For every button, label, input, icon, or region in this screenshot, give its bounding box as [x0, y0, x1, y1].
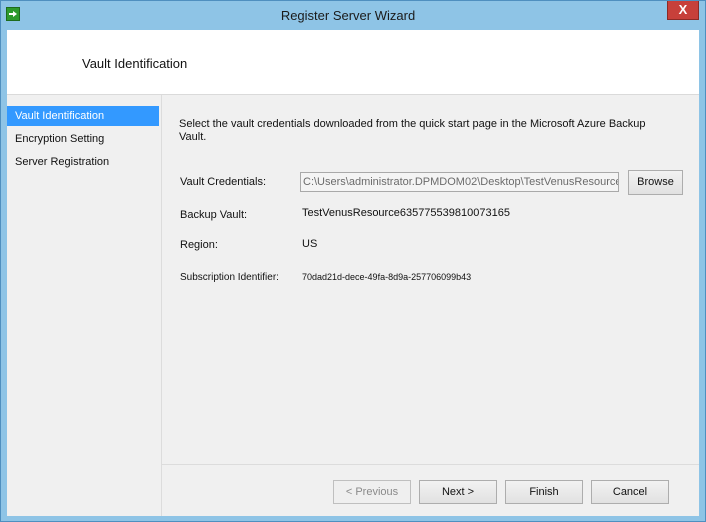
cancel-button[interactable]: Cancel — [591, 480, 669, 504]
page-title: Vault Identification — [82, 56, 188, 71]
finish-button[interactable]: Finish — [505, 480, 583, 504]
wizard-steps-nav: Vault Identification Encryption Setting … — [7, 95, 162, 516]
previous-button[interactable]: < Previous — [333, 480, 411, 504]
wizard-footer: < Previous Next > Finish Cancel — [162, 464, 699, 516]
region-label: Region: — [180, 239, 218, 251]
region-value: US — [302, 238, 318, 250]
subscription-identifier-label: Subscription Identifier: — [180, 272, 279, 283]
wizard-header: Vault Identification — [7, 30, 699, 95]
nav-item-vault-identification[interactable]: Vault Identification — [7, 106, 159, 126]
backup-vault-value: TestVenusResource635775539810073165 — [302, 207, 510, 219]
backup-vault-label: Backup Vault: — [180, 209, 248, 221]
browse-button[interactable]: Browse — [628, 170, 683, 195]
close-button[interactable]: X — [667, 1, 699, 20]
nav-item-server-registration[interactable]: Server Registration — [7, 152, 159, 172]
title-bar[interactable]: Register Server Wizard X — [1, 1, 705, 30]
instructions-text: Select the vault credentials downloaded … — [179, 118, 646, 143]
wizard-content: Select the vault credentials downloaded … — [162, 95, 699, 464]
wizard-client-area: Vault Identification Vault Identificatio… — [7, 30, 699, 516]
window-title: Register Server Wizard — [280, 8, 416, 23]
nav-item-encryption-setting[interactable]: Encryption Setting — [7, 129, 159, 149]
vault-credentials-label: Vault Credentials: — [180, 176, 267, 188]
vault-credentials-field[interactable]: C:\Users\administrator.DPMDOM02\Desktop\… — [300, 172, 619, 192]
next-button[interactable]: Next > — [419, 480, 497, 504]
wizard-window: Register Server Wizard X Vault Identific… — [0, 0, 706, 522]
subscription-identifier-value: 70dad21d-dece-49fa-8d9a-257706099b43 — [302, 272, 472, 282]
